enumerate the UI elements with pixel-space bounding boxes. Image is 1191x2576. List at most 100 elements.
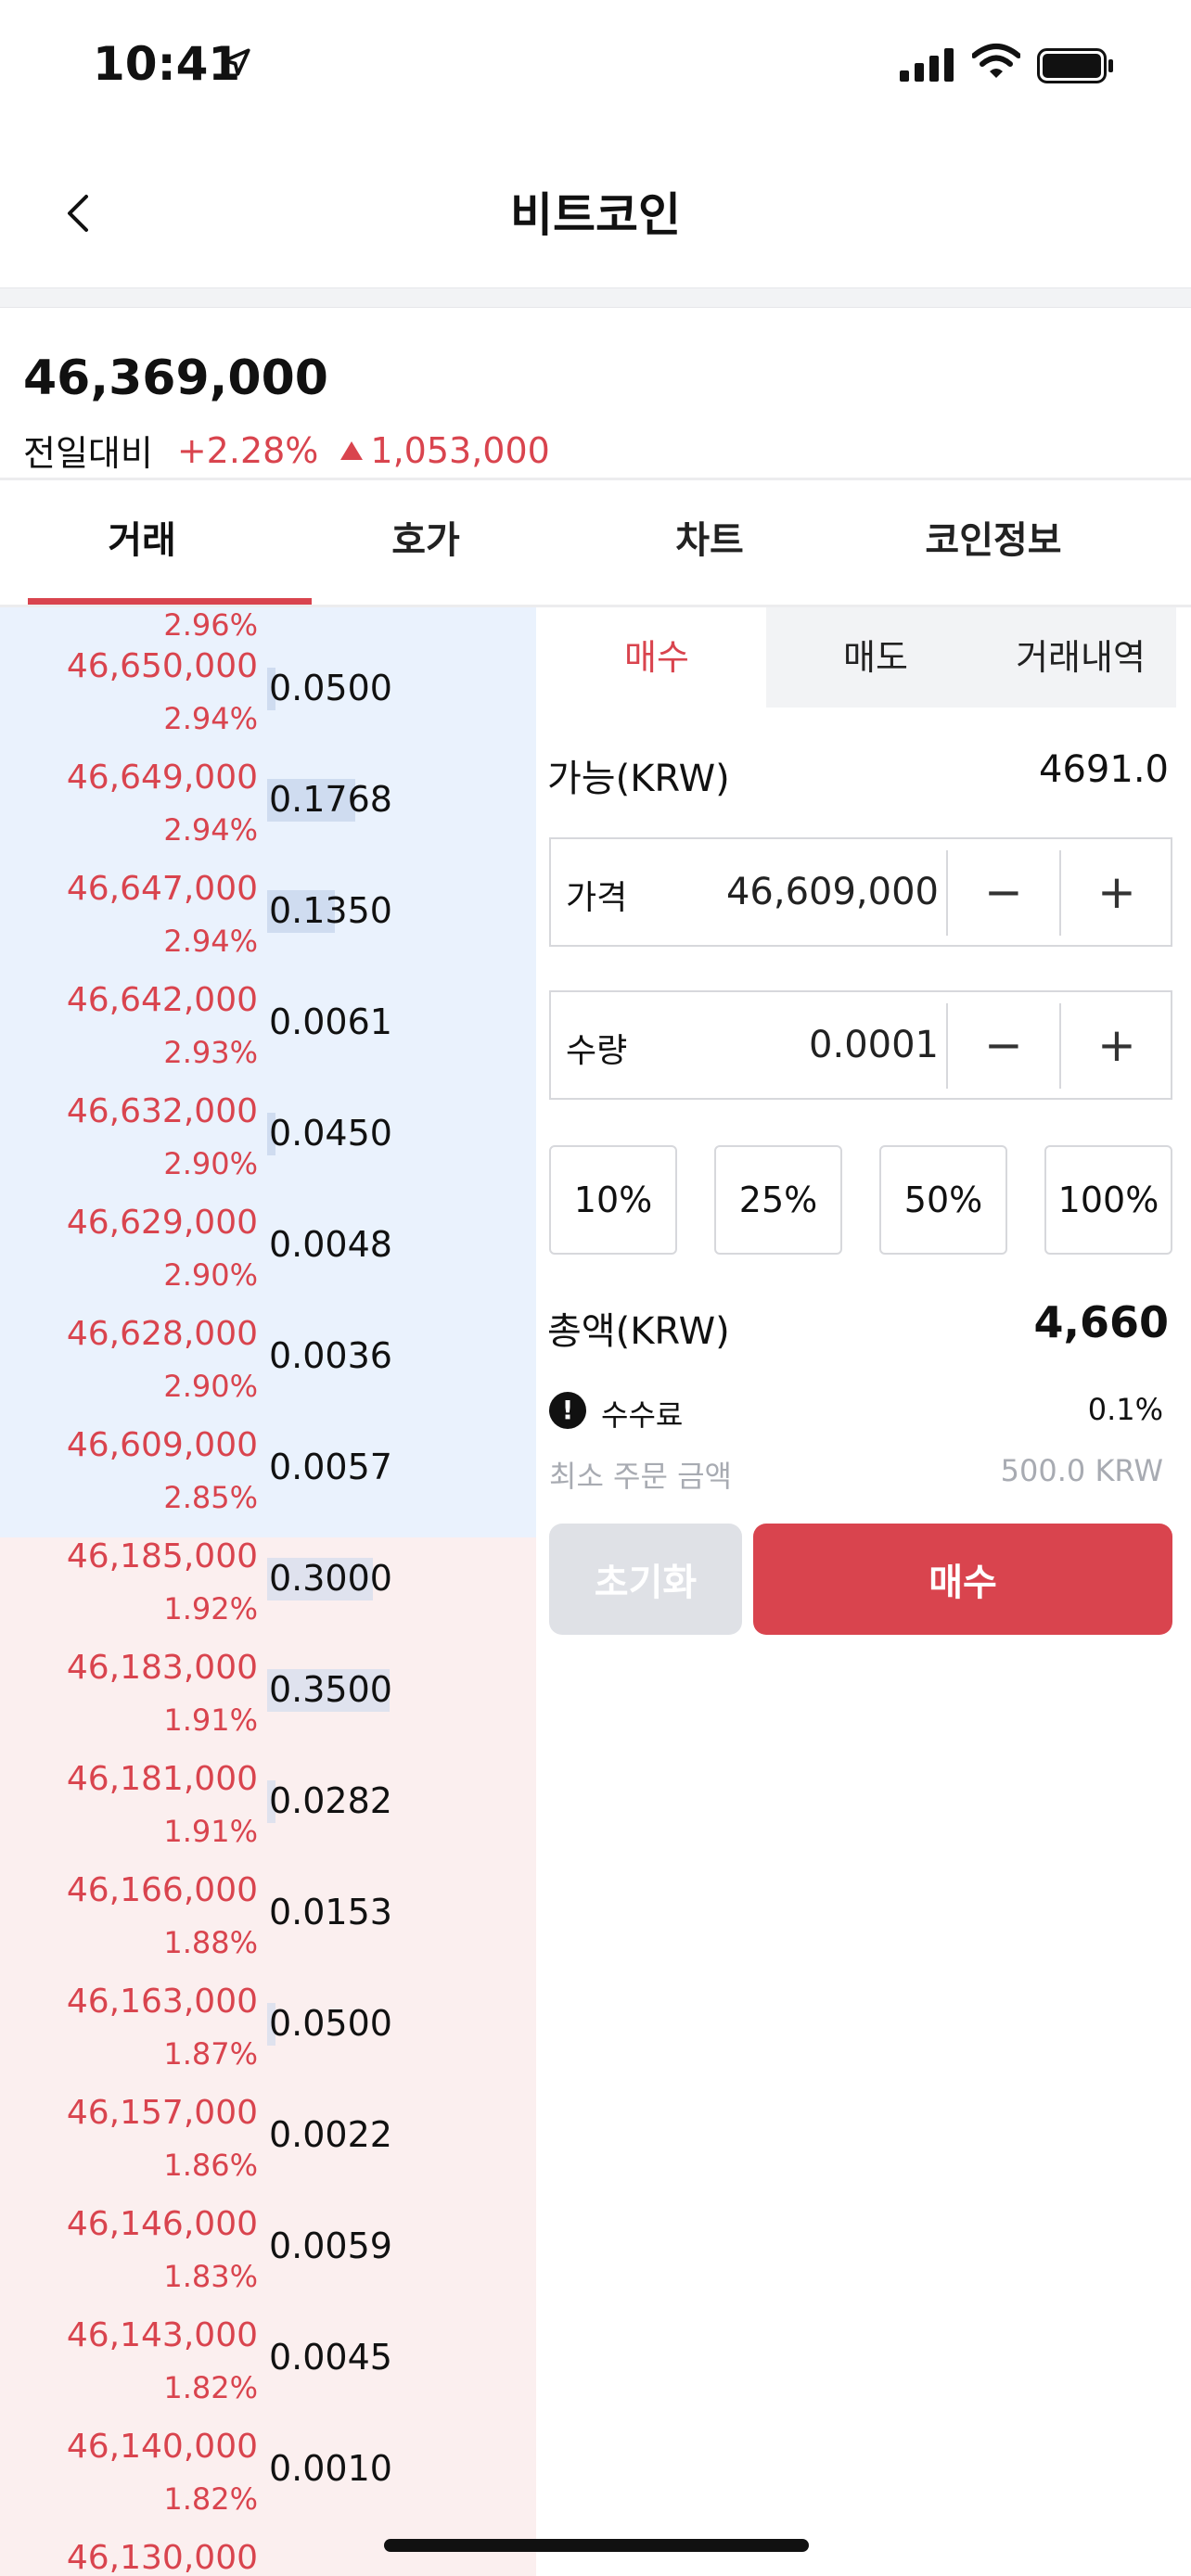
order-change-pct: 1.82% <box>163 2370 258 2405</box>
tab-sell[interactable]: 매도 <box>766 607 985 708</box>
ask-row[interactable]: 46,647,000 2.94% 0.1350 <box>0 870 536 981</box>
order-quantity: 0.0022 <box>269 2114 392 2155</box>
battery-icon <box>1037 48 1113 83</box>
order-price: 46,181,000 <box>66 1760 258 1798</box>
order-quantity: 0.0500 <box>269 668 392 708</box>
fee-row: ! 수수료 0.1% <box>549 1388 1172 1435</box>
order-change-pct: 1.82% <box>163 2481 258 2517</box>
order-price: 46,163,000 <box>66 1983 258 2021</box>
ask-row[interactable]: 46,642,000 2.93% 0.0061 <box>0 981 536 1092</box>
bid-row[interactable]: 46,163,000 1.87% 0.0500 <box>0 1983 536 2094</box>
price-minus-button[interactable]: − <box>948 839 1059 945</box>
price-field[interactable]: 가격 46,609,000 − + <box>549 837 1172 947</box>
tab-chart[interactable]: 차트 <box>568 480 852 606</box>
ask-row[interactable]: 46,629,000 2.90% 0.0048 <box>0 1204 536 1315</box>
pct-50-button[interactable]: 50% <box>879 1145 1007 1255</box>
order-price: 46,130,000 <box>66 2539 258 2576</box>
up-triangle-icon <box>340 440 364 460</box>
total-label: 총액(KRW) <box>547 1310 730 1353</box>
quantity-minus-button[interactable]: − <box>948 992 1059 1098</box>
order-quantity: 0.0282 <box>269 1780 392 1821</box>
quantity-field[interactable]: 수량 0.0001 − + <box>549 990 1172 1100</box>
order-price: 46,609,000 <box>66 1426 258 1464</box>
bid-row[interactable]: 46,183,000 1.91% 0.3500 <box>0 1649 536 1760</box>
order-change-pct: 2.90% <box>163 1369 258 1404</box>
location-arrow-icon <box>223 48 250 76</box>
order-quantity: 0.0059 <box>269 2225 392 2266</box>
home-indicator <box>384 2539 809 2552</box>
order-price: 46,650,000 <box>66 647 258 685</box>
order-change-pct: 1.91% <box>163 1814 258 1849</box>
order-quantity: 0.0048 <box>269 1224 392 1265</box>
order-price: 46,629,000 <box>66 1204 258 1242</box>
bid-row[interactable]: 46,181,000 1.91% 0.0282 <box>0 1760 536 1871</box>
order-quantity: 0.0061 <box>269 1001 392 1042</box>
page-title: 비트코인 <box>510 188 681 242</box>
price-plus-button[interactable]: + <box>1061 839 1172 945</box>
header-divider <box>0 287 1191 308</box>
reset-button[interactable]: 초기화 <box>549 1524 742 1635</box>
ask-row[interactable]: 46,632,000 2.90% 0.0450 <box>0 1092 536 1204</box>
main-tabs: 거래 호가 차트 코인정보 <box>0 480 1191 606</box>
tab-orderbook[interactable]: 호가 <box>284 480 568 606</box>
order-quantity: 0.0010 <box>269 2448 392 2489</box>
order-price: 46,649,000 <box>66 759 258 797</box>
tab-history[interactable]: 거래내역 <box>985 607 1176 708</box>
bid-row[interactable]: 46,146,000 1.83% 0.0059 <box>0 2205 536 2316</box>
available-value: 4691.0 <box>1039 748 1169 791</box>
order-change-pct: 1.88% <box>163 1925 258 1960</box>
ask-row[interactable]: 46,649,000 2.94% 0.1768 <box>0 759 536 870</box>
price-label: 가격 <box>566 879 628 917</box>
ask-row[interactable]: 46,609,000 2.85% 0.0057 <box>0 1426 536 1537</box>
order-quantity: 0.3000 <box>269 1558 392 1599</box>
order-price: 46,183,000 <box>66 1649 258 1687</box>
order-price: 46,143,000 <box>66 2316 258 2354</box>
percent-buttons: 10% 25% 50% 100% <box>549 1145 1172 1255</box>
order-price: 46,166,000 <box>66 1871 258 1909</box>
order-change-pct: 2.94% <box>163 924 258 959</box>
bid-row[interactable]: 46,185,000 1.92% 0.3000 <box>0 1537 536 1649</box>
order-change-pct: 2.94% <box>163 701 258 736</box>
status-time: 10:41 <box>93 37 241 91</box>
bid-row[interactable]: 46,157,000 1.86% 0.0022 <box>0 2094 536 2205</box>
pct-25-button[interactable]: 25% <box>714 1145 842 1255</box>
order-price: 46,628,000 <box>66 1315 258 1353</box>
quantity-input[interactable]: 0.0001 <box>809 1024 939 1066</box>
order-price: 46,642,000 <box>66 981 258 1019</box>
orderbook-list[interactable]: 2.96% 46,650,000 2.94% 0.0500 46,649,000 2.9… <box>0 607 536 2576</box>
fee-label: 수수료 <box>601 1397 684 1433</box>
order-price: 46,632,000 <box>66 1092 258 1130</box>
change-percent: +2.28% <box>176 429 319 471</box>
order-price: 46,140,000 <box>66 2428 258 2466</box>
change-label: 전일대비 <box>23 433 153 474</box>
bid-row[interactable]: 46,143,000 1.82% 0.0045 <box>0 2316 536 2428</box>
order-quantity: 0.0153 <box>269 1892 392 1932</box>
tab-coin-info[interactable]: 코인정보 <box>852 480 1135 606</box>
cellular-signal-icon <box>900 48 954 82</box>
order-quantity: 0.0036 <box>269 1335 392 1376</box>
bid-row[interactable]: 46,140,000 1.82% 0.0010 <box>0 2428 536 2539</box>
buy-button[interactable]: 매수 <box>753 1524 1172 1635</box>
order-change-pct: 1.83% <box>163 2259 258 2294</box>
order-change-pct: 1.87% <box>163 2036 258 2072</box>
price-input[interactable]: 46,609,000 <box>726 871 939 913</box>
ask-row[interactable]: 46,650,000 2.94% 0.0500 <box>0 647 536 759</box>
quantity-plus-button[interactable]: + <box>1061 992 1172 1098</box>
order-price: 46,185,000 <box>66 1537 258 1575</box>
current-price: 46,369,000 <box>23 351 328 406</box>
info-icon[interactable]: ! <box>549 1392 586 1429</box>
order-change-pct: 2.90% <box>163 1257 258 1293</box>
total-value: 4,660 <box>1033 1297 1169 1347</box>
order-change-pct: 2.85% <box>163 1480 258 1515</box>
nav-bar: 비트코인 <box>0 139 1191 287</box>
tab-buy[interactable]: 매수 <box>547 607 766 708</box>
bid-row[interactable]: 46,166,000 1.88% 0.0153 <box>0 1871 536 1983</box>
fee-value: 0.1% <box>1087 1392 1163 1427</box>
order-quantity: 0.0500 <box>269 2003 392 2044</box>
pct-100-button[interactable]: 100% <box>1044 1145 1172 1255</box>
ask-row[interactable]: 46,628,000 2.90% 0.0036 <box>0 1315 536 1426</box>
pct-10-button[interactable]: 10% <box>549 1145 677 1255</box>
min-order-label: 최소 주문 금액 <box>549 1459 732 1494</box>
order-quantity: 0.3500 <box>269 1669 392 1710</box>
tab-trade[interactable]: 거래 <box>0 480 312 606</box>
